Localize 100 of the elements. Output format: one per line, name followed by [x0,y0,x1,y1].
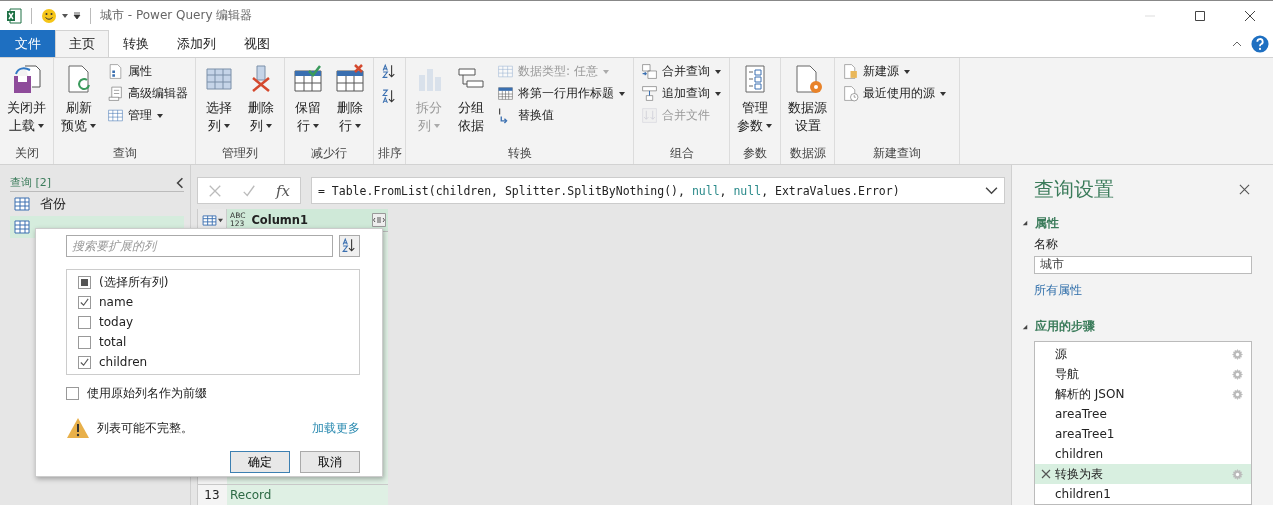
applied-step[interactable]: 转换为表 [1035,464,1251,484]
checkbox-label: total [99,335,127,349]
table-cell-text: Record [229,488,272,502]
checkbox[interactable] [78,275,91,289]
dialog-button[interactable]: 取消 [300,451,360,473]
smiley-icon[interactable] [41,7,57,24]
checkbox[interactable] [66,386,79,400]
insert-function-button[interactable]: fx [275,181,290,200]
caret-icon [89,122,97,130]
applied-step[interactable]: areaTree1 [1035,424,1251,444]
document-icon [107,63,124,80]
caret-icon [217,217,223,223]
table-header-icon [497,85,514,102]
help-icon[interactable] [1251,34,1269,53]
scroll-icon [107,85,124,102]
chevron-down-icon[interactable] [985,186,998,195]
search-field[interactable]: 搜索要扩展的列 [66,235,333,257]
sort-ascending-icon [341,237,358,254]
group-label: 组合 [668,145,695,162]
group-label: 新建查询 [872,145,922,162]
checkbox[interactable] [78,315,91,329]
ribbon-button[interactable]: 高级编辑器 [103,83,192,104]
caret-icon [939,89,947,98]
ribbon-button[interactable]: 数据源 设置 [784,61,831,144]
ribbon-tab[interactable]: 视图 [230,30,284,57]
ribbon-button[interactable]: 属性 [103,61,192,82]
caret-icon [156,111,164,120]
caret-icon [432,122,441,130]
table-icon [497,63,514,80]
formula-field[interactable]: = Table.FromList(children, Splitter.SplitByNothing(), null, null, ExtraValues.Error) [311,177,1005,204]
ribbon-button[interactable]: 新建源 [838,61,951,82]
sort-button[interactable] [339,235,360,257]
applied-step[interactable]: 源 [1035,344,1251,364]
query-item[interactable]: 省份 [10,193,184,215]
caret-icon [714,67,722,76]
append-icon [641,85,658,102]
checkbox-label: name [99,295,134,309]
sort-descending-icon [381,88,398,105]
table-cross-icon [334,63,366,95]
group-label: 参数 [742,145,768,162]
expanded-triangle-icon[interactable] [1022,323,1028,330]
checkbox[interactable] [78,355,91,369]
ribbon-button[interactable]: 替换值 [493,105,630,126]
applied-step[interactable]: 解析的 JSON [1035,384,1251,404]
merge-files-icon [641,107,658,124]
load-more-link[interactable]: 加载更多 [312,419,360,437]
ribbon-tab[interactable]: 添加列 [163,30,230,57]
table-icon [14,197,30,211]
applied-step[interactable]: 导航 [1035,364,1251,384]
group-label: 关闭 [13,145,40,162]
ribbon-button[interactable]: 管理 参数 [733,61,777,144]
merge-icon [641,63,658,80]
caret-icon [222,122,231,130]
delete-icon[interactable] [1041,469,1051,479]
close-icon[interactable] [1239,183,1250,195]
caret-icon[interactable] [61,11,69,20]
ribbon-button[interactable]: 合并查询 [637,61,726,82]
group-label: 减少行 [310,145,348,162]
caret-icon [903,67,911,76]
ribbon-button[interactable]: 分组 依据 [451,61,491,144]
applied-step[interactable]: children [1035,444,1251,464]
checkbox[interactable] [78,335,91,349]
ribbon-button[interactable]: 最近使用的源 [838,83,951,104]
window-title: 城市 - Power Query 编辑器 [100,7,253,24]
ribbon-tab[interactable]: 主页 [55,30,109,57]
checkbox-label: (选择所有列) [99,273,169,291]
applied-step[interactable]: children1 [1035,484,1251,504]
checkbox-label: 使用原始列名作为前缀 [87,384,207,402]
caret-icon [601,67,610,76]
caret-icon [264,122,273,130]
expand-icon[interactable] [372,213,386,227]
collapse-icon[interactable] [176,176,184,189]
ribbon-button[interactable]: 管理 [103,105,192,126]
checkbox[interactable] [78,295,91,309]
expanded-triangle-icon[interactable] [1022,220,1028,227]
ribbon-button[interactable]: 将第一行用作标题 [493,83,630,104]
ribbon-button[interactable]: 关闭并 上载 [3,61,50,144]
ribbon-button[interactable]: 追加查询 [637,83,726,104]
dialog-button[interactable]: 确定 [230,451,290,473]
ribbon-button[interactable]: 保留 行 [288,61,328,144]
customize-toolbar-icon[interactable] [73,11,81,20]
caret-icon [765,122,773,130]
checkmark-icon[interactable] [241,183,256,198]
name-field[interactable]: 城市 [1034,255,1252,274]
checkbox-label: children [99,355,148,369]
group-label: 查询 [111,145,138,162]
ribbon-tab[interactable]: 转换 [109,30,163,57]
row-number: 13 [203,488,221,502]
all-properties-link[interactable]: 所有属性 [1034,282,1252,299]
warning-text: 列表可能不完整。 [97,419,193,437]
ribbon-button[interactable]: 刷新 预览 [57,61,101,144]
table-icon [201,214,217,226]
panel-title: 查询设置 [1034,175,1114,203]
applied-step[interactable]: areaTree [1035,404,1251,424]
ribbon-button[interactable]: 删除 行 [330,61,370,144]
group-label: 数据源 [788,145,827,162]
ribbon-button[interactable]: 删除 列 [241,61,281,144]
ribbon-tab[interactable]: 文件 [0,30,55,57]
ribbon-button[interactable]: 选择 列 [199,61,239,144]
group-label: 排序 [377,145,402,162]
